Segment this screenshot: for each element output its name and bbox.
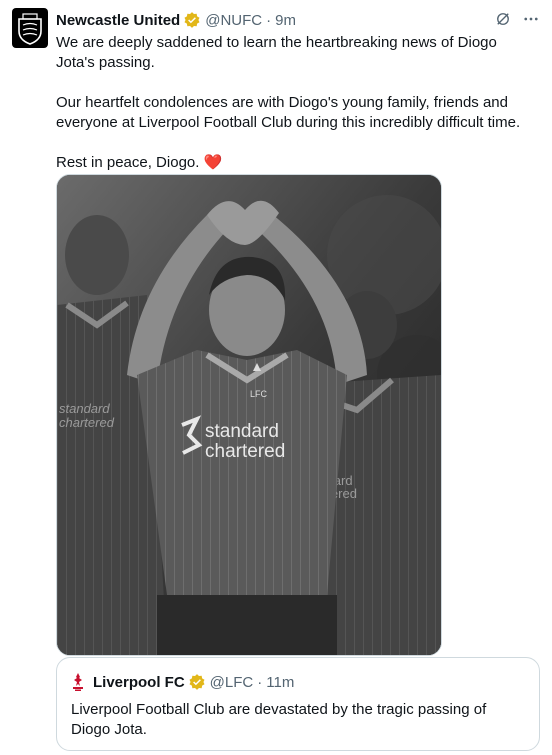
tweet-actions [494, 10, 540, 33]
more-options-icon[interactable] [522, 10, 540, 33]
verified-badge-icon[interactable] [183, 11, 201, 29]
newcastle-crest-icon [18, 13, 42, 45]
separator-dot: · [266, 11, 272, 29]
quote-header: Liverpool FC @LFC · 11m [71, 672, 294, 692]
author-name[interactable]: Newcastle United [56, 12, 180, 29]
quote-timestamp[interactable]: 11m [266, 674, 294, 691]
tweet-paragraph-2: Our heartfelt condolences are with Diogo… [56, 94, 521, 131]
sponsor-line2: chartered [205, 441, 285, 462]
tweet-photo[interactable]: standard chartered standard chartered st… [56, 174, 442, 656]
quote-verified-badge-icon[interactable] [188, 673, 206, 691]
sponsor-line1: standard [205, 421, 279, 442]
svg-text:standard: standard [59, 401, 110, 416]
tweet-text: We are deeply saddened to learn the hear… [56, 33, 538, 193]
lfc-crest-icon[interactable] [71, 672, 85, 692]
red-heart-icon: ❤️ [203, 154, 223, 171]
avatar[interactable] [12, 8, 48, 48]
quote-author-handle[interactable]: @LFC [210, 674, 254, 691]
author-handle[interactable]: @NUFC [205, 12, 262, 29]
lfc-badge-text: LFC [250, 389, 268, 399]
tweet-paragraph-1: We are deeply saddened to learn the hear… [56, 34, 497, 71]
timestamp[interactable]: 9m [275, 12, 296, 29]
svg-text:chartered: chartered [59, 415, 115, 430]
tweet-paragraph-3: Rest in peace, Diogo. ❤️ [56, 153, 538, 173]
photo-illustration: standard chartered standard chartered st… [57, 175, 441, 655]
quote-separator-dot: · [257, 673, 263, 691]
grok-icon[interactable] [494, 10, 512, 33]
quote-text: Liverpool Football Club are devastated b… [71, 701, 487, 738]
quote-author-name[interactable]: Liverpool FC [93, 674, 185, 691]
rest-in-peace-text: Rest in peace, Diogo. [56, 154, 200, 171]
tweet-header: Newcastle United @NUFC · 9m [56, 10, 540, 30]
quoted-tweet[interactable]: Liverpool FC @LFC · 11m Liverpool Footba… [56, 657, 540, 751]
